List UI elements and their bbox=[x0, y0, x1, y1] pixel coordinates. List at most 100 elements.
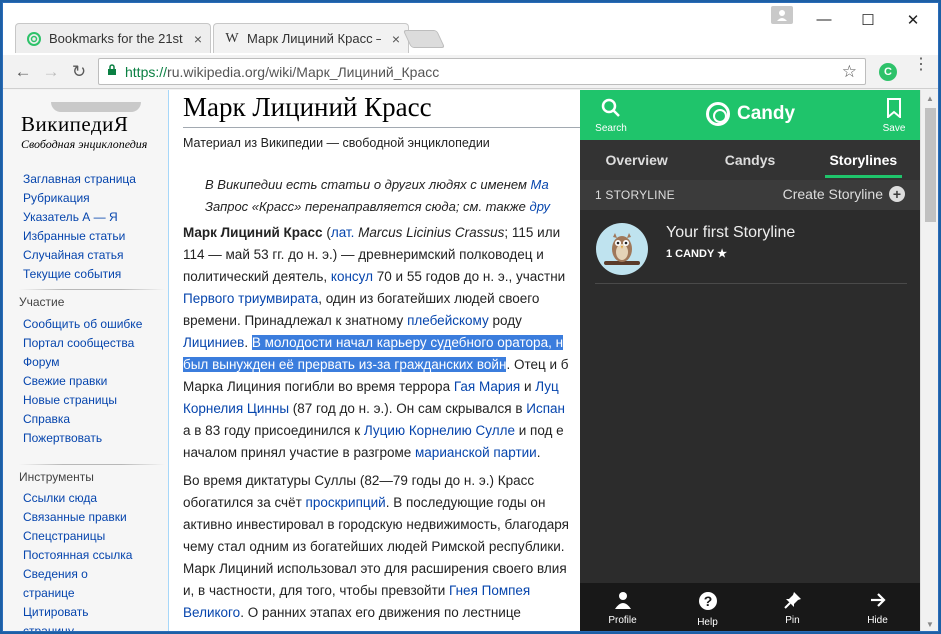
tab-candys[interactable]: Candys bbox=[693, 140, 806, 180]
hatnote-link[interactable]: Ма bbox=[531, 177, 549, 192]
scroll-up-icon[interactable]: ▲ bbox=[926, 94, 934, 103]
nav-special-pages[interactable]: Спецстраницы bbox=[23, 527, 132, 546]
nav-forum[interactable]: Форум bbox=[23, 353, 143, 372]
nav-index[interactable]: Указатель А — Я bbox=[23, 208, 136, 227]
candy-favicon-icon bbox=[26, 31, 42, 47]
save-button[interactable]: Save bbox=[872, 98, 916, 134]
pin-button[interactable]: Pin bbox=[750, 583, 835, 631]
link-hispania[interactable]: Испан bbox=[526, 401, 565, 416]
link-gaius-marius[interactable]: Гая Мария bbox=[454, 379, 520, 394]
lock-icon bbox=[107, 64, 117, 79]
tab-storylines[interactable]: Storylines bbox=[807, 140, 920, 180]
participation-nav: Сообщить об ошибке Портал сообщества Фор… bbox=[23, 315, 143, 448]
help-button[interactable]: ? Help bbox=[665, 583, 750, 631]
nav-main-page[interactable]: Заглавная страница bbox=[23, 170, 136, 189]
article-content: Марк Лициний Красс Материал из Википедии… bbox=[168, 90, 580, 631]
create-storyline-label: Create Storyline bbox=[782, 186, 883, 202]
hide-button[interactable]: Hide bbox=[835, 583, 920, 631]
link-consul[interactable]: консул bbox=[331, 269, 373, 284]
link-great[interactable]: Великого bbox=[183, 605, 240, 620]
pin-label: Pin bbox=[785, 615, 800, 626]
candy-header: Search Candy Save bbox=[580, 90, 920, 140]
link-sulla[interactable]: Луцию Корнелию Сулле bbox=[364, 423, 515, 438]
text: 114 — май 53 гг. до н. э.) — древнеримск… bbox=[183, 247, 544, 262]
close-icon[interactable]: ✕ bbox=[898, 11, 928, 29]
web-page: ВикипедиЯ Свободная энциклопедия Заглавн… bbox=[3, 90, 580, 631]
text: ( bbox=[322, 225, 331, 240]
tools-heading: Инструменты bbox=[19, 470, 94, 484]
profile-button[interactable]: Profile bbox=[580, 583, 665, 631]
nav-rubrication[interactable]: Рубрикация bbox=[23, 189, 136, 208]
nav-links-here[interactable]: Ссылки сюда bbox=[23, 489, 132, 508]
candy-logo-icon bbox=[706, 102, 730, 126]
nav-recent-changes[interactable]: Свежие правки bbox=[23, 372, 143, 391]
hatnote-text: Запрос «Красс» перенаправляется сюда; см… bbox=[205, 199, 530, 214]
storyline-meta: 1 CANDY ★ bbox=[666, 247, 727, 260]
search-button[interactable]: Search bbox=[589, 98, 633, 134]
tab-bookmarks[interactable]: Bookmarks for the 21st c × bbox=[15, 23, 211, 53]
profile-icon[interactable] bbox=[771, 6, 793, 24]
candy-panel: Search Candy Save Overview Candys Storyl… bbox=[580, 90, 920, 631]
maximize-icon[interactable]: ☐ bbox=[853, 11, 883, 29]
selected-text[interactable]: был вынужден её прервать из-за гражданск… bbox=[183, 357, 507, 372]
nav-featured[interactable]: Избранные статьи bbox=[23, 227, 136, 246]
nav-cite-page[interactable]: Цитировать страницу bbox=[23, 603, 103, 631]
tab-close-icon[interactable]: × bbox=[392, 31, 400, 47]
tab-wikipedia[interactable]: W Марк Лициний Красс — × bbox=[213, 23, 409, 53]
brand-name: Candy bbox=[737, 103, 796, 124]
arrow-right-icon bbox=[835, 591, 920, 613]
link-proscriptions[interactable]: проскрипций bbox=[306, 495, 386, 510]
star-icon: ★ bbox=[717, 248, 728, 260]
tab-overview[interactable]: Overview bbox=[580, 140, 693, 180]
candy-extension-icon[interactable]: C bbox=[879, 63, 897, 81]
link-pompey[interactable]: Гнея Помпея bbox=[449, 583, 530, 598]
hatnote-text: В Википедии есть статьи о других людях с… bbox=[205, 177, 531, 192]
reload-icon[interactable]: ↻ bbox=[69, 62, 89, 82]
new-tab-button[interactable] bbox=[402, 30, 446, 48]
nav-page-info[interactable]: Сведения о странице bbox=[23, 565, 103, 603]
nav-related-changes[interactable]: Связанные правки bbox=[23, 508, 132, 527]
divider bbox=[183, 127, 580, 128]
tab-close-icon[interactable]: × bbox=[194, 31, 202, 47]
hatnote: В Википедии есть статьи о других людях с… bbox=[205, 174, 550, 218]
forward-icon[interactable]: → bbox=[41, 62, 61, 82]
scroll-thumb[interactable] bbox=[925, 108, 936, 222]
nav-current-events[interactable]: Текущие события bbox=[23, 265, 136, 284]
nav-help[interactable]: Справка bbox=[23, 410, 143, 429]
menu-icon[interactable]: ⋮ bbox=[913, 57, 929, 73]
nav-new-pages[interactable]: Новые страницы bbox=[23, 391, 143, 410]
create-storyline-button[interactable]: Create Storyline + bbox=[783, 186, 905, 202]
person-icon bbox=[580, 591, 665, 613]
hatnote-link[interactable]: дру bbox=[530, 199, 550, 214]
nav-community-portal[interactable]: Портал сообщества bbox=[23, 334, 143, 353]
link-cinna[interactable]: Корнелия Цинны bbox=[183, 401, 289, 416]
link-triumvirate[interactable]: Первого триумвирата bbox=[183, 291, 318, 306]
link-plebeian[interactable]: плебейскому bbox=[407, 313, 489, 328]
back-icon[interactable]: ← bbox=[13, 62, 33, 82]
candy-count: 1 CANDY bbox=[666, 248, 715, 260]
main-nav: Заглавная страница Рубрикация Указатель … bbox=[23, 170, 136, 284]
text: 70 и 55 годов до н. э., участни bbox=[373, 269, 566, 284]
text: . bbox=[536, 445, 541, 460]
link-licinii[interactable]: Лициниев bbox=[183, 335, 244, 350]
storyline-bar: 1 STORYLINE Create Storyline + bbox=[580, 180, 920, 210]
link-latin[interactable]: лат. bbox=[331, 225, 355, 240]
wikipedia-logo[interactable]: ВикипедиЯ Свободная энциклопедия bbox=[21, 102, 161, 152]
nav-random[interactable]: Случайная статья bbox=[23, 246, 136, 265]
nav-report-error[interactable]: Сообщить об ошибке bbox=[23, 315, 143, 334]
selected-text[interactable]: В молодости начал карьеру судебного орат… bbox=[251, 335, 564, 350]
bookmark-star-icon[interactable]: ☆ bbox=[842, 62, 857, 82]
scrollbar[interactable]: ▲ ▼ bbox=[920, 90, 938, 631]
link-lucius[interactable]: Луц bbox=[535, 379, 559, 394]
divider bbox=[19, 464, 165, 465]
minimize-icon[interactable]: — bbox=[809, 11, 839, 28]
text: . О ранних этапах его движения по лестни… bbox=[240, 605, 521, 620]
address-bar[interactable]: https:// ru.wikipedia.org/wiki/Марк_Лици… bbox=[98, 58, 866, 85]
link-marian-party[interactable]: марианской партии bbox=[415, 445, 537, 460]
storyline-item[interactable]: Your first Storyline 1 CANDY ★ bbox=[595, 222, 907, 284]
tab-title: Bookmarks for the 21st c bbox=[49, 31, 183, 46]
page-title: Марк Лициний Красс bbox=[183, 92, 432, 122]
nav-donate[interactable]: Пожертвовать bbox=[23, 429, 143, 448]
nav-permalink[interactable]: Постоянная ссылка bbox=[23, 546, 132, 565]
scroll-down-icon[interactable]: ▼ bbox=[926, 620, 934, 629]
